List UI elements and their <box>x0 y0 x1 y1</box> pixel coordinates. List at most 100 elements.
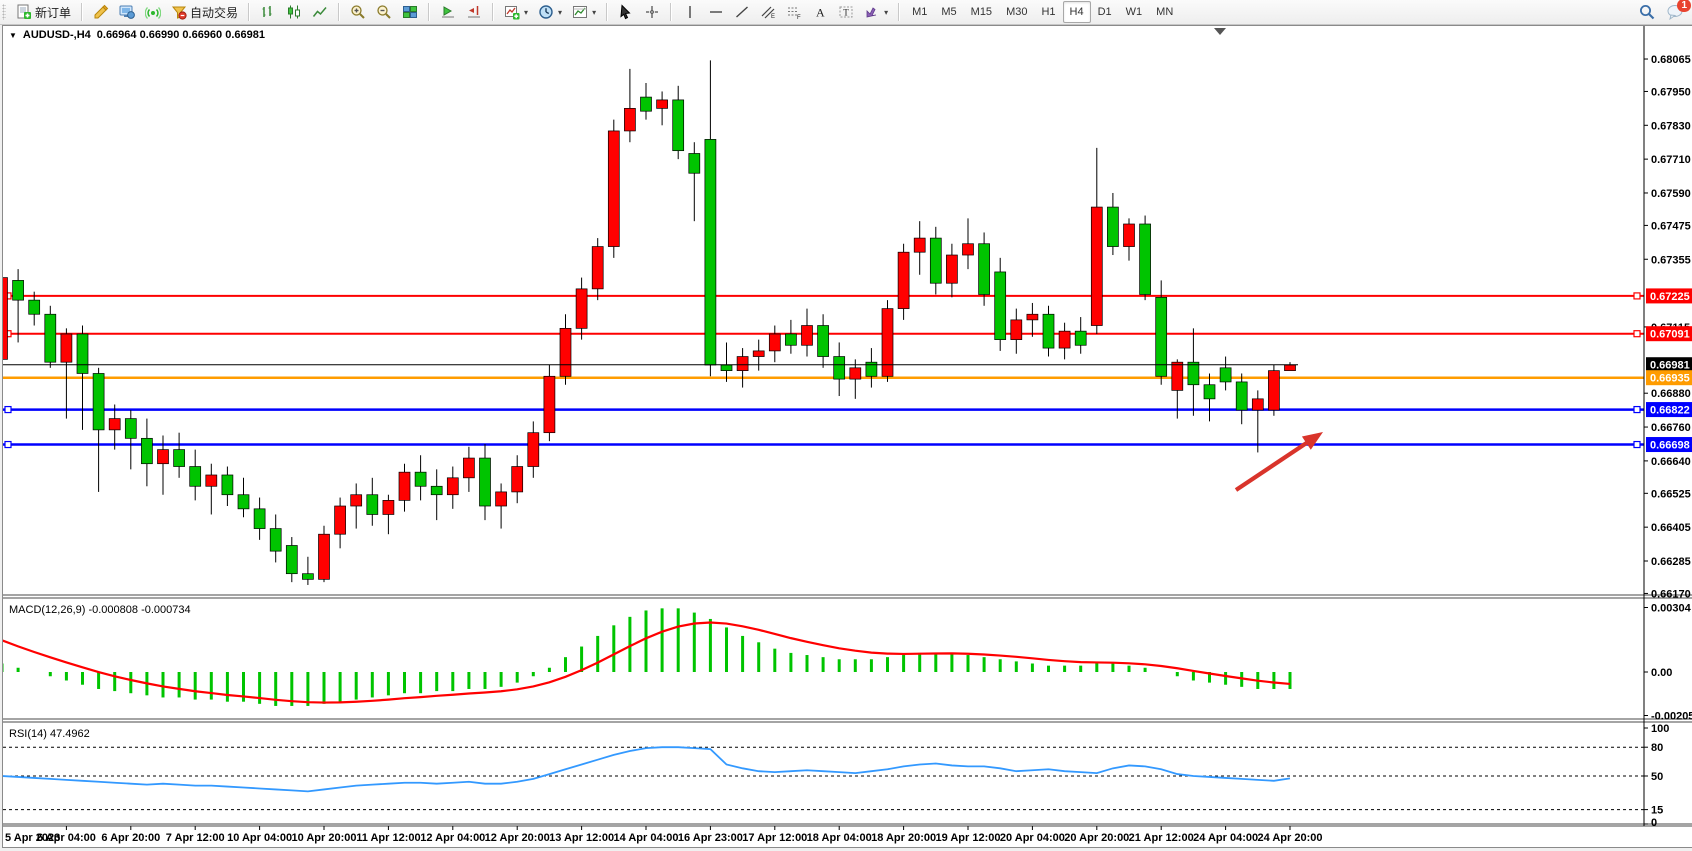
toolbar-separator <box>670 3 672 21</box>
hline-handle[interactable] <box>5 407 11 413</box>
candle-body <box>335 506 346 534</box>
new-order-button[interactable]: 新订单 <box>11 0 76 24</box>
candle-body <box>254 509 265 529</box>
channel-button[interactable]: E <box>755 0 781 24</box>
trendline-button[interactable] <box>729 0 755 24</box>
time-tick-label: 24 Apr 04:00 <box>1193 832 1258 844</box>
candle-body <box>77 334 88 373</box>
search-icon[interactable] <box>1638 3 1656 21</box>
price-tick-label: 0.66640 <box>1651 456 1691 468</box>
candle-body <box>1236 382 1247 410</box>
line-chart-button[interactable] <box>307 0 333 24</box>
chevron-down-icon[interactable]: ▾ <box>524 8 528 17</box>
hline-handle[interactable] <box>1634 331 1640 337</box>
chart-shift-button[interactable] <box>461 0 487 24</box>
indicators-button[interactable]: ▾ <box>499 0 533 24</box>
timeframe-m5[interactable]: M5 <box>934 1 963 23</box>
autotrading-button[interactable]: 自动交易 <box>166 0 243 24</box>
time-tick-label: 12 Apr 20:00 <box>485 832 550 844</box>
chart-ohlc-quote: 0.66964 0.66990 0.66960 0.66981 <box>97 29 265 41</box>
hline-handle[interactable] <box>1634 407 1640 413</box>
timeframe-d1[interactable]: D1 <box>1091 1 1119 23</box>
svg-text:E: E <box>771 14 775 20</box>
bar-chart-button[interactable] <box>255 0 281 24</box>
metaeditor-icon <box>93 4 109 20</box>
auto-scroll-button[interactable] <box>435 0 461 24</box>
timeframe-mn[interactable]: MN <box>1149 1 1180 23</box>
tile-windows-button[interactable] <box>397 0 423 24</box>
cursor-button[interactable] <box>613 0 639 24</box>
bar-chart-icon <box>260 4 276 20</box>
rsi-axis-label: 15 <box>1651 805 1663 817</box>
candle-body <box>914 238 925 252</box>
time-tick-label: 10 Apr 20:00 <box>291 832 356 844</box>
time-tick-label: 6 Apr 20:00 <box>101 832 160 844</box>
price-tick-label: 0.67710 <box>1651 154 1691 166</box>
timeframe-m30[interactable]: M30 <box>999 1 1034 23</box>
periods-button[interactable]: ▾ <box>533 0 567 24</box>
fibonacci-button[interactable]: F <box>781 0 807 24</box>
market-icon <box>119 4 135 20</box>
candle-body <box>834 357 845 380</box>
templates-icon <box>572 4 588 20</box>
zoom-in-button[interactable] <box>345 0 371 24</box>
zoom-out-icon <box>376 4 392 20</box>
timeframe-m15[interactable]: M15 <box>964 1 999 23</box>
timeframe-m1[interactable]: M1 <box>905 1 934 23</box>
toolbar-separator <box>606 3 608 21</box>
candle-body <box>13 280 24 300</box>
rsi-axis-label: 80 <box>1651 742 1663 754</box>
candle-body <box>351 495 362 506</box>
label-button[interactable]: T <box>833 0 859 24</box>
candle-body <box>689 153 700 173</box>
chevron-down-icon[interactable]: ▾ <box>884 8 888 17</box>
line-chart-icon <box>312 4 328 20</box>
candle-body <box>753 351 764 357</box>
price-tick-label: 0.67950 <box>1651 86 1691 98</box>
price-badge-label: 0.66698 <box>1650 440 1690 452</box>
chart-canvas[interactable]: 0.680650.679500.678300.677100.675900.674… <box>3 26 1692 847</box>
trendline-icon <box>734 4 750 20</box>
rsi-axis-label: 50 <box>1651 771 1663 783</box>
signals-button[interactable] <box>140 0 166 24</box>
timeframe-h1[interactable]: H1 <box>1034 1 1062 23</box>
timeframe-w1[interactable]: W1 <box>1119 1 1150 23</box>
candlestick-button[interactable] <box>281 0 307 24</box>
rsi-axis-label: 0 <box>1651 817 1657 829</box>
chevron-down-icon[interactable]: ▾ <box>558 8 562 17</box>
macd-label: MACD(12,26,9) -0.000808 -0.000734 <box>9 604 191 616</box>
hline-handle[interactable] <box>1634 442 1640 448</box>
candle-body <box>1268 371 1279 410</box>
hline-handle[interactable] <box>5 442 11 448</box>
chat-icon[interactable]: 1 <box>1666 3 1684 21</box>
candle-body <box>657 100 668 108</box>
signals-icon <box>145 4 161 20</box>
chevron-down-icon[interactable]: ▾ <box>592 8 596 17</box>
price-tick-label: 0.66285 <box>1651 556 1691 568</box>
chart-window[interactable]: ▼ AUDUSD-,H4 0.66964 0.66990 0.66960 0.6… <box>2 25 1692 848</box>
hline-handle[interactable] <box>1634 293 1640 299</box>
toolbar-grip <box>2 4 6 20</box>
crosshair-button[interactable] <box>639 0 665 24</box>
hline-button[interactable] <box>703 0 729 24</box>
macd-axis-label: -0.00205 <box>1651 710 1692 722</box>
market-button[interactable] <box>114 0 140 24</box>
chart-header: ▼ AUDUSD-,H4 0.66964 0.66990 0.66960 0.6… <box>9 29 265 41</box>
timeframe-h4[interactable]: H4 <box>1063 1 1091 23</box>
candlestick-icon <box>286 4 302 20</box>
tile-windows-icon <box>402 4 418 20</box>
price-badge-label: 0.66935 <box>1650 373 1690 385</box>
candle-body <box>367 495 378 515</box>
time-tick-label: 20 Apr 04:00 <box>1000 832 1065 844</box>
zoom-out-button[interactable] <box>371 0 397 24</box>
vline-icon <box>682 4 698 20</box>
metaeditor-button[interactable] <box>88 0 114 24</box>
templates-button[interactable]: ▾ <box>567 0 601 24</box>
arrows-button[interactable]: ▾ <box>859 0 893 24</box>
candle-body <box>174 450 185 467</box>
chart-collapse-icon[interactable]: ▼ <box>9 31 17 40</box>
vline-button[interactable] <box>677 0 703 24</box>
candle-body <box>769 334 780 351</box>
text-button[interactable]: A <box>807 0 833 24</box>
candle-body <box>125 419 136 439</box>
